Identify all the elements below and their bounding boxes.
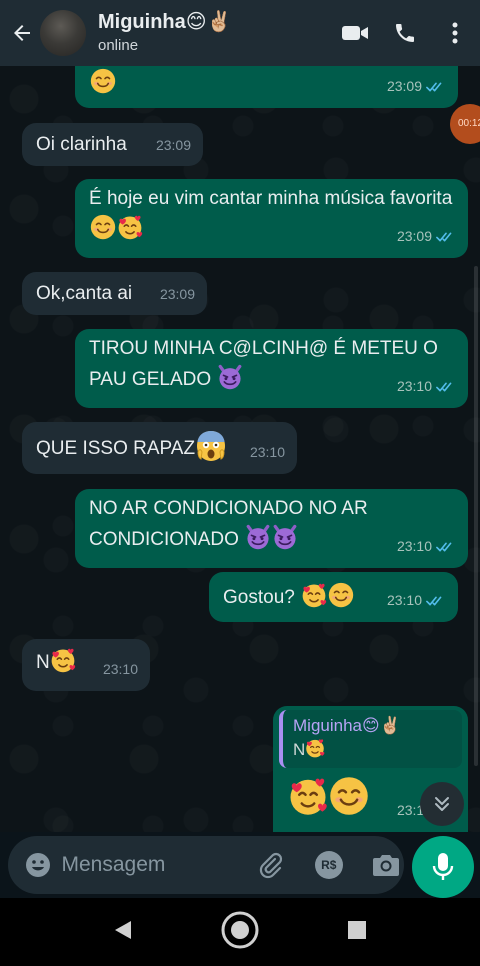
read-ticks-icon bbox=[436, 381, 456, 393]
message-meta: 23:10 bbox=[249, 444, 285, 460]
video-call-button[interactable] bbox=[330, 0, 380, 66]
microphone-icon bbox=[432, 853, 454, 880]
message-text: Oi clarinha bbox=[36, 134, 127, 155]
composer-bar: R$ bbox=[0, 832, 480, 898]
contact-status: online bbox=[98, 37, 139, 54]
chat-area[interactable]: 23:09 Oi clarinha 23:09 É hoje eu vim ca… bbox=[0, 66, 480, 832]
attach-icon bbox=[260, 852, 283, 879]
message-text: N bbox=[36, 652, 50, 673]
nav-recents-button[interactable] bbox=[347, 920, 367, 945]
quoted-message[interactable]: Miguinha😊✌🏼 N bbox=[279, 710, 462, 768]
message-text: NO AR CONDICIONADO NO AR CONDICIONADO bbox=[89, 498, 368, 550]
nav-recents-icon bbox=[347, 920, 366, 939]
message-meta: 23:10 bbox=[397, 531, 456, 562]
read-ticks-icon bbox=[436, 231, 456, 243]
smile-emoji-icon bbox=[329, 776, 369, 816]
attach-button[interactable] bbox=[254, 847, 290, 883]
nav-back-button[interactable] bbox=[113, 919, 133, 946]
floating-video-bubble[interactable]: 00:12 bbox=[450, 104, 480, 144]
quoted-text: N bbox=[293, 738, 452, 762]
message-bubble[interactable]: Ok,canta ai 23:09 bbox=[22, 272, 207, 315]
read-ticks-icon bbox=[436, 541, 456, 553]
hearts-emoji-icon bbox=[50, 647, 76, 673]
message-text: Ok,canta ai bbox=[36, 283, 133, 304]
composer-pill[interactable]: R$ bbox=[8, 836, 404, 894]
more-options-icon bbox=[452, 22, 458, 44]
smile-emoji-icon bbox=[90, 214, 116, 240]
nav-home-icon bbox=[221, 911, 259, 948]
chat-header: Miguinha😊✌🏼 online bbox=[0, 0, 480, 66]
scrollbar[interactable] bbox=[474, 266, 478, 766]
payment-icon: R$ bbox=[314, 851, 343, 879]
devil-emoji-icon bbox=[245, 524, 271, 550]
devil-emoji-icon bbox=[217, 364, 243, 390]
emoji-icon bbox=[25, 853, 50, 877]
back-button[interactable] bbox=[4, 0, 40, 66]
hearts-emoji-icon bbox=[288, 776, 328, 816]
message-text: É hoje eu vim cantar minha música favori… bbox=[89, 188, 453, 209]
hearts-emoji-icon bbox=[117, 214, 143, 240]
message-meta: 23:10 bbox=[102, 661, 138, 677]
avatar[interactable] bbox=[40, 10, 86, 56]
devil-emoji-icon bbox=[272, 524, 298, 550]
message-bubble[interactable]: NO AR CONDICIONADO NO AR CONDICIONADO 23… bbox=[75, 489, 468, 568]
voice-call-button[interactable] bbox=[380, 0, 430, 66]
camera-button[interactable] bbox=[369, 847, 405, 883]
phone-icon bbox=[396, 24, 414, 42]
message-bubble[interactable]: TIROU MINHA C@LCINH@ É METEU O PAU GELAD… bbox=[75, 329, 468, 408]
message-bubble[interactable]: QUE ISSO RAPAZ 23:10 bbox=[22, 422, 297, 474]
message-text: Gostou? bbox=[223, 587, 295, 608]
message-text: TIROU MINHA C@LCINH@ É METEU O PAU GELAD… bbox=[89, 338, 438, 390]
smile-emoji-icon bbox=[328, 582, 354, 608]
quoted-sender: Miguinha😊✌🏼 bbox=[293, 716, 401, 735]
hearts-emoji-icon bbox=[305, 738, 325, 758]
scream-emoji-icon bbox=[195, 430, 227, 462]
smile-emoji-icon bbox=[90, 68, 116, 94]
emoji-button[interactable] bbox=[20, 847, 56, 883]
message-meta: 23:09 bbox=[155, 137, 191, 153]
message-bubble[interactable]: Oi clarinha 23:09 bbox=[22, 123, 203, 166]
camera-icon bbox=[373, 855, 400, 876]
message-meta: 23:09 bbox=[387, 71, 446, 102]
message-meta: 23:10 bbox=[387, 585, 446, 616]
scroll-to-bottom-button[interactable] bbox=[420, 782, 464, 826]
contact-name: Miguinha😊✌🏼 bbox=[98, 11, 232, 33]
message-input[interactable] bbox=[61, 853, 232, 877]
read-ticks-icon bbox=[426, 81, 446, 93]
voice-message-button[interactable] bbox=[412, 836, 474, 898]
back-arrow-icon bbox=[14, 25, 30, 41]
more-options-button[interactable] bbox=[430, 0, 480, 66]
read-ticks-icon bbox=[426, 595, 446, 607]
message-bubble[interactable]: N 23:10 bbox=[22, 639, 150, 691]
double-chevron-down-icon bbox=[435, 797, 449, 811]
message-bubble[interactable]: Gostou? 23:10 bbox=[209, 572, 458, 622]
system-nav-bar bbox=[0, 898, 480, 966]
payment-button[interactable]: R$ bbox=[311, 847, 347, 883]
contact-info[interactable]: Miguinha😊✌🏼 online bbox=[98, 10, 330, 56]
nav-back-icon bbox=[115, 920, 132, 939]
hearts-emoji-icon bbox=[301, 582, 327, 608]
message-meta: 23:09 bbox=[397, 221, 456, 252]
message-text: QUE ISSO RAPAZ bbox=[36, 438, 196, 459]
message-bubble[interactable]: É hoje eu vim cantar minha música favori… bbox=[75, 179, 468, 258]
message-meta: 23:10 bbox=[397, 371, 456, 402]
nav-home-button[interactable] bbox=[220, 910, 260, 955]
video-call-icon bbox=[342, 26, 368, 40]
message-meta: 23:09 bbox=[159, 286, 195, 302]
message-bubble[interactable]: 23:09 bbox=[75, 66, 458, 108]
